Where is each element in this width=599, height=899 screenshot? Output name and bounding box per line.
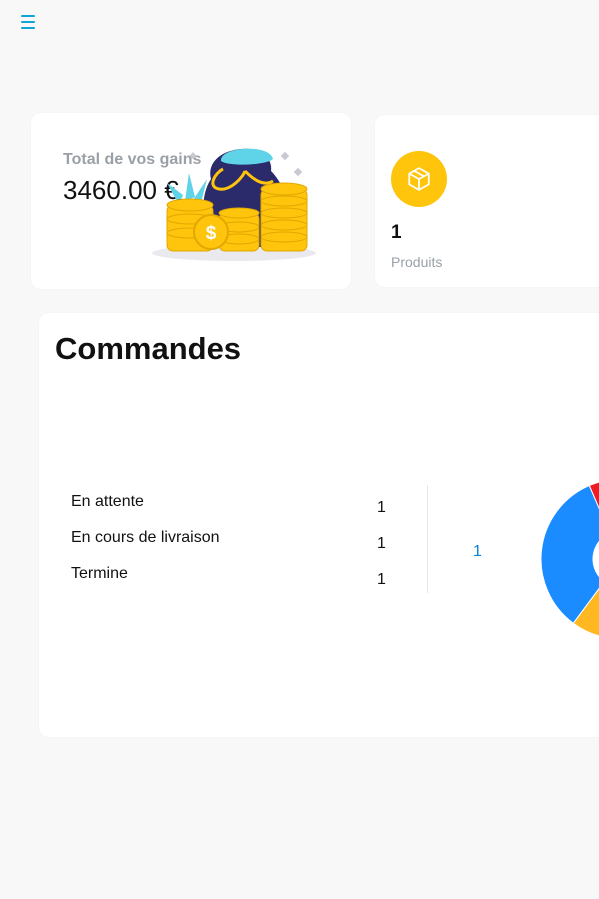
svg-text:$: $ bbox=[206, 223, 217, 244]
status-row-done: Termine 1 bbox=[71, 557, 401, 593]
status-count: 1 bbox=[377, 499, 386, 516]
box-icon bbox=[408, 167, 430, 191]
products-count: 1 bbox=[391, 222, 402, 243]
orders-divider bbox=[427, 485, 428, 593]
products-card[interactable]: 1 Produits bbox=[375, 115, 599, 287]
status-row-shipping: En cours de livraison 1 bbox=[71, 521, 401, 557]
products-icon-badge bbox=[391, 151, 447, 207]
products-caption: Produits bbox=[391, 254, 443, 270]
dashboard-page: Total de vos gains 3460.00 € $ 1 Produit… bbox=[0, 0, 599, 899]
orders-title: Commandes bbox=[55, 331, 242, 366]
status-row-pending: En attente 1 bbox=[71, 485, 401, 521]
orders-card: Commandes En attente 1 En cours de livra… bbox=[39, 313, 599, 737]
status-label: En attente bbox=[71, 493, 144, 510]
earnings-card: Total de vos gains 3460.00 € $ bbox=[31, 113, 351, 289]
status-label: Termine bbox=[71, 565, 128, 582]
status-label: En cours de livraison bbox=[71, 529, 220, 546]
status-count: 1 bbox=[377, 535, 386, 552]
hamburger-menu-icon[interactable] bbox=[18, 12, 38, 32]
money-bag-coins-illustration: $ bbox=[152, 148, 316, 261]
orders-total: 1 bbox=[473, 543, 482, 560]
status-count: 1 bbox=[377, 571, 386, 588]
orders-donut-chart bbox=[540, 481, 599, 637]
orders-status-list: En attente 1 En cours de livraison 1 Ter… bbox=[71, 485, 401, 593]
